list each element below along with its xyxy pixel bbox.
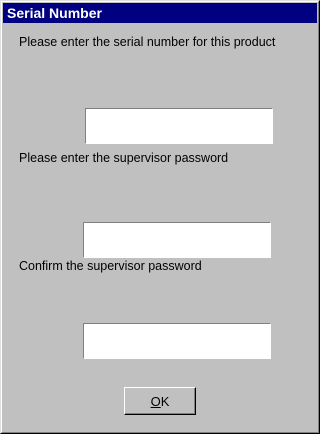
serial-number-dialog: Serial Number Please enter the serial nu… [0, 0, 330, 438]
ok-mnemonic: O [150, 393, 161, 409]
serial-number-prompt: Please enter the serial number for this … [19, 35, 276, 49]
supervisor-password-prompt: Please enter the supervisor password [19, 151, 229, 165]
title-bar[interactable]: Serial Number [3, 3, 317, 23]
confirm-password-input[interactable] [83, 323, 271, 359]
ok-label-rest: K [160, 393, 170, 409]
serial-number-input[interactable] [85, 108, 273, 144]
ok-button-label: OK [151, 394, 170, 409]
dialog-window: Serial Number Please enter the serial nu… [0, 0, 320, 434]
confirm-password-prompt: Confirm the supervisor password [19, 259, 202, 273]
supervisor-password-input[interactable] [83, 222, 271, 258]
ok-button[interactable]: OK [124, 387, 196, 415]
window-title: Serial Number [7, 5, 102, 21]
